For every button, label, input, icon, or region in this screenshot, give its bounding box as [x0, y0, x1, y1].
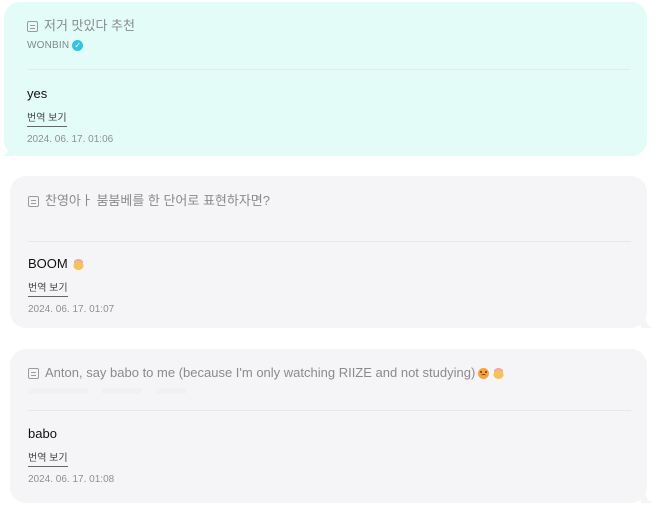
question-row: Anton, say babo to me (because I'm only …	[28, 365, 629, 381]
question-row: 찬영아ㅏ 붐붐베를 한 단어로 표현하자면?	[28, 193, 629, 209]
question-doc-icon	[28, 367, 39, 379]
exploding-head-emoji	[72, 258, 84, 270]
answer-text-row: babo	[28, 426, 629, 442]
message-bubble-2: 찬영아ㅏ 붐붐베를 한 단어로 표현하자면? BOOM 번역 보기 2024. …	[10, 176, 653, 328]
answer-text-row: yes	[27, 86, 629, 102]
message-feed: 저거 맛있다 추천 WONBIN ✓ yes 번역 보기 2024. 06. 1…	[0, 0, 659, 508]
question-text: 찬영아ㅏ 붐붐베를 한 단어로 표현하자면?	[45, 193, 270, 208]
bubble-tail	[2, 146, 14, 156]
question-doc-icon	[27, 20, 38, 32]
answer-text: babo	[28, 426, 57, 441]
question-doc-icon	[28, 195, 39, 207]
message-bubble-1: 저거 맛있다 추천 WONBIN ✓ yes 번역 보기 2024. 06. 1…	[2, 2, 647, 156]
question-text: Anton, say babo to me (because I'm only …	[45, 365, 476, 380]
pleading-face-emoji	[478, 367, 490, 379]
message-bubble-3: Anton, say babo to me (because I'm only …	[10, 349, 653, 503]
author-name: WONBIN	[27, 40, 70, 51]
timestamp: 2024. 06. 17. 01:06	[27, 134, 114, 145]
divider	[28, 241, 631, 242]
bubble-tail	[641, 493, 653, 503]
faint-placeholder-row	[28, 388, 629, 394]
author-row: WONBIN ✓	[27, 40, 629, 51]
answer-text: BOOM	[28, 256, 68, 271]
bubble-tail	[641, 318, 653, 328]
verified-badge-icon: ✓	[72, 40, 84, 51]
answer-text: yes	[27, 86, 48, 101]
translate-link[interactable]: 번역 보기	[28, 452, 68, 467]
divider	[28, 410, 631, 411]
question-text: 저거 맛있다 추천	[44, 18, 135, 33]
exploding-head-emoji	[493, 367, 505, 379]
translate-link[interactable]: 번역 보기	[28, 282, 68, 297]
divider	[27, 69, 630, 70]
answer-text-row: BOOM	[28, 256, 629, 272]
translate-link[interactable]: 번역 보기	[27, 112, 67, 127]
timestamp: 2024. 06. 17. 01:07	[28, 304, 115, 315]
timestamp: 2024. 06. 17. 01:08	[28, 474, 115, 485]
question-row: 저거 맛있다 추천	[27, 18, 629, 34]
